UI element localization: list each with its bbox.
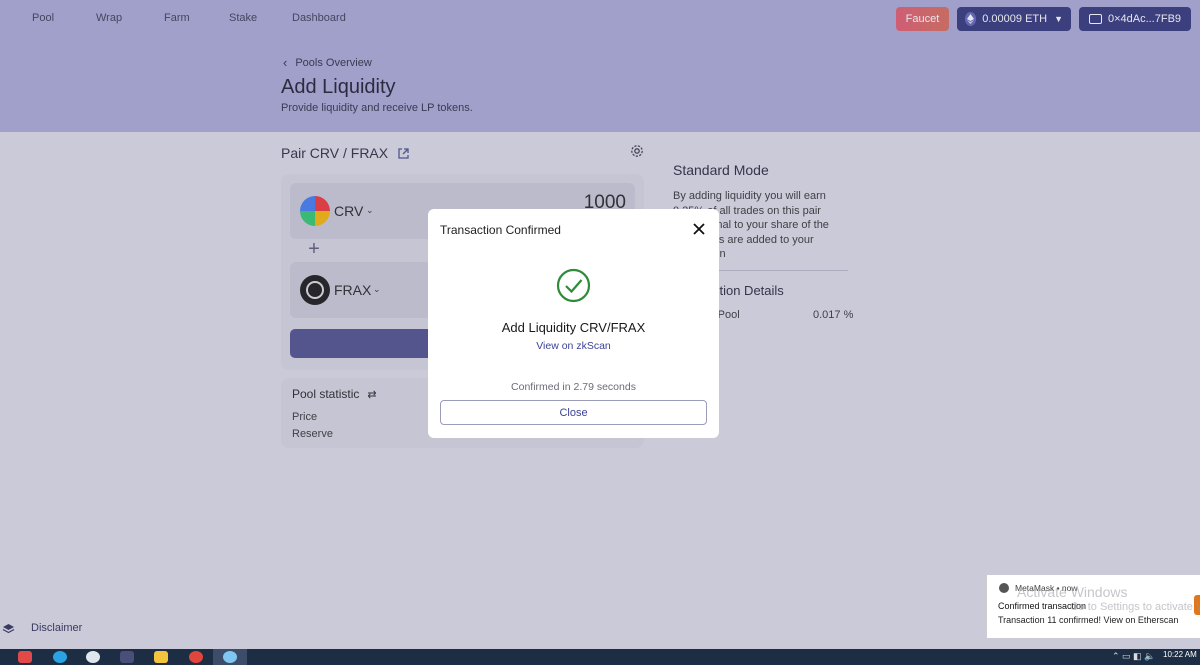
- folder-icon[interactable]: [154, 651, 168, 663]
- modal-headline: Add Liquidity CRV/FRAX: [501, 320, 646, 335]
- taskbar-clock[interactable]: 10:22 AM: [1163, 650, 1197, 659]
- view-on-zkscan-link[interactable]: View on zkScan: [428, 340, 719, 352]
- telegram-icon[interactable]: [53, 651, 67, 663]
- activate-windows-subtext: Go to Settings to activate Windows.: [1070, 601, 1200, 613]
- confirmed-time: Confirmed in 2.79 seconds: [511, 381, 636, 393]
- close-button[interactable]: Close: [440, 400, 707, 425]
- chrome-icon: [999, 583, 1009, 593]
- start-icon[interactable]: [18, 651, 32, 663]
- check-circle-icon: [556, 268, 591, 303]
- notification-body: Transaction 11 confirmed! View on Ethers…: [998, 615, 1179, 625]
- terminal-icon[interactable]: [120, 651, 134, 663]
- close-icon[interactable]: [692, 222, 706, 236]
- chrome-icon[interactable]: [189, 651, 203, 663]
- taskbar: ⌃ ▭ ◧ 🔈 10:22 AM: [0, 649, 1200, 665]
- system-tray-icons[interactable]: ⌃ ▭ ◧ 🔈: [1112, 651, 1155, 662]
- browser-icon[interactable]: [223, 651, 237, 663]
- activate-windows-watermark: Activate Windows: [1017, 584, 1128, 600]
- modal-title: Transaction Confirmed: [440, 223, 561, 237]
- transaction-confirmed-modal: Transaction Confirmed Add Liquidity CRV/…: [428, 209, 719, 438]
- app-icon[interactable]: [86, 651, 100, 663]
